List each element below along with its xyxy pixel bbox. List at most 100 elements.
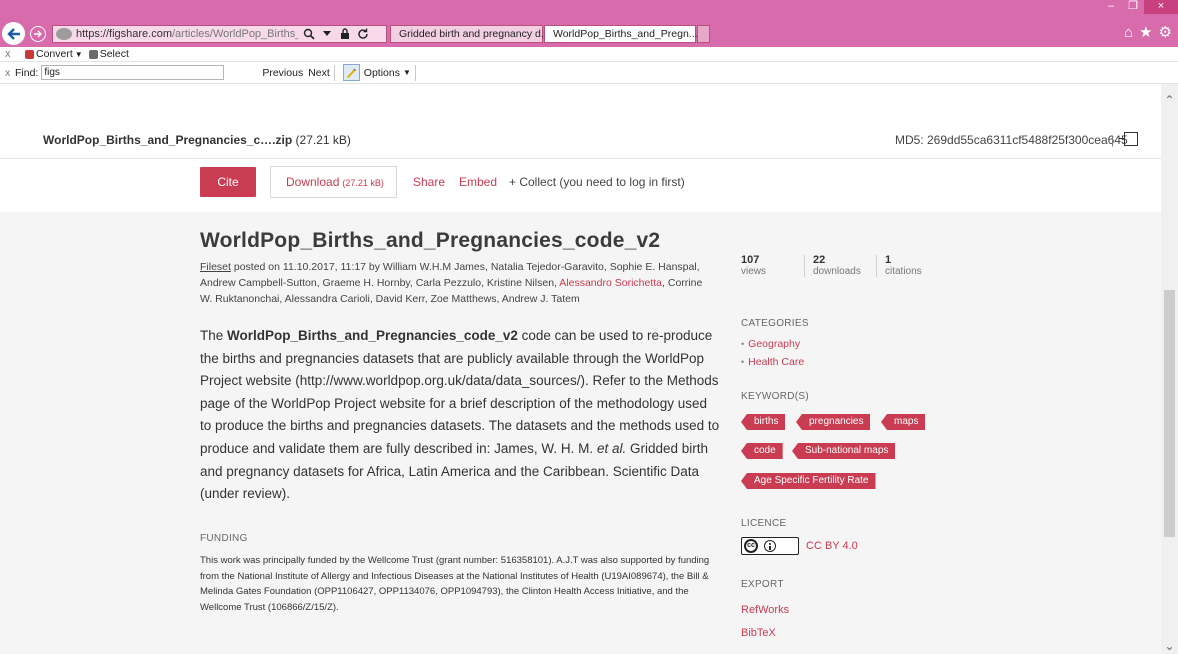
file-name-text: WorldPop_Births_and_Pregnancies_c….zip — [43, 133, 293, 147]
article-description: The WorldPop_Births_and_Pregnancies_code… — [200, 325, 720, 506]
licence-link[interactable]: CC BY 4.0 — [806, 540, 858, 552]
site-favicon-icon — [56, 28, 72, 40]
scrollbar-thumb[interactable] — [1164, 290, 1175, 537]
search-icon[interactable] — [301, 27, 316, 41]
window-controls: – ❐ × — [1100, 0, 1178, 14]
action-bar: Cite Download (27.21 kB) Share Embed + Co… — [0, 158, 1161, 210]
window-close-icon[interactable]: × — [1144, 0, 1178, 14]
address-bar[interactable]: https://figshare.com/articles/WorldPop_B… — [52, 25, 387, 43]
fileset-link[interactable]: Fileset — [200, 261, 231, 273]
browser-right-icons: ⌂ ★ ⚙ — [1124, 22, 1172, 44]
description-bold: WorldPop_Births_and_Pregnancies_code_v2 — [227, 328, 518, 343]
dropdown-icon[interactable] — [319, 27, 334, 41]
file-size: (27.21 kB) — [295, 133, 351, 147]
settings-gear-icon[interactable]: ⚙ — [1159, 22, 1172, 44]
expand-icon[interactable] — [1119, 132, 1138, 146]
back-button[interactable] — [2, 22, 25, 45]
category-link[interactable]: Health Care — [741, 356, 804, 368]
page-scrollbar[interactable]: ⌃ ⌄ — [1161, 84, 1178, 654]
funding-text: This work was principally funded by the … — [200, 555, 710, 613]
download-button[interactable]: Download (27.21 kB) — [270, 166, 397, 198]
forward-arrow-icon — [34, 30, 42, 38]
favorites-star-icon[interactable]: ★ — [1139, 22, 1152, 44]
highlight-icon[interactable] — [342, 64, 360, 81]
divider: | — [1111, 133, 1115, 147]
address-url: https://figshare.com/articles/WorldPop_B… — [76, 28, 298, 40]
download-label: Download — [286, 175, 340, 189]
by-person-icon — [764, 540, 776, 552]
url-path: /articles/WorldPop_Births_and_Pregnar — [172, 28, 298, 40]
collect-link[interactable]: + Collect (you need to log in first) — [509, 175, 685, 189]
cc-icon: cc — [744, 539, 758, 553]
browser-chrome: – ❐ × https://figshare.com/articles/Worl… — [0, 0, 1178, 47]
command-bar-close-icon[interactable]: x — [5, 48, 19, 60]
cc-license-icon[interactable]: cc — [741, 537, 799, 555]
stat-downloads: 22 downloads — [813, 255, 877, 277]
chevron-down-icon: ▼ — [74, 49, 83, 59]
category-link[interactable]: Geography — [741, 338, 800, 350]
chevron-down-icon: ▼ — [402, 68, 411, 77]
keyword-tag[interactable]: births — [741, 414, 786, 430]
share-link[interactable]: Share — [413, 175, 445, 189]
back-arrow-icon — [6, 27, 20, 40]
author-link[interactable]: Alessandro Sorichetta — [559, 277, 662, 289]
select-menu[interactable]: Select — [88, 48, 129, 60]
export-refworks-link[interactable]: RefWorks — [741, 604, 789, 616]
stats-row: 107 views 22 downloads 1 citations — [741, 255, 957, 277]
forward-button[interactable] — [30, 26, 46, 42]
find-previous-button[interactable]: Previous — [262, 67, 303, 79]
funding-heading: FUNDING — [200, 533, 248, 544]
find-input[interactable]: figs — [41, 65, 225, 80]
divider — [414, 64, 416, 81]
md5-hash: MD5: 269dd55ca6311cf5488f25f300cea645 — [895, 133, 1128, 147]
export-bibtex-link[interactable]: BibTeX — [741, 627, 776, 639]
command-bar: x Convert ▼ Select — [0, 47, 1178, 62]
refresh-icon[interactable] — [355, 27, 370, 41]
find-bar-close-icon[interactable]: x — [5, 67, 15, 79]
description-italic: et al. — [596, 440, 627, 456]
stat-label: downloads — [813, 266, 861, 277]
file-name: WorldPop_Births_and_Pregnancies_c….zip (… — [43, 133, 351, 147]
categories-heading: CATEGORIES — [741, 318, 809, 329]
find-options-button[interactable]: Options — [364, 67, 400, 79]
select-label: Select — [99, 48, 129, 60]
browser-tab[interactable]: Gridded birth and pregnancy d... — [390, 25, 550, 43]
home-icon[interactable]: ⌂ — [1124, 22, 1133, 44]
navigation-row: https://figshare.com/articles/WorldPop_B… — [0, 22, 1178, 46]
stat-value: 22 — [813, 254, 826, 266]
select-icon — [88, 49, 98, 59]
url-host: https://figshare.com — [76, 28, 172, 40]
keyword-tag[interactable]: Age Specific Fertility Rate — [741, 473, 876, 489]
keyword-tag[interactable]: code — [741, 443, 783, 459]
find-next-button[interactable]: Next — [308, 67, 330, 79]
scroll-down-icon[interactable]: ⌄ — [1161, 638, 1178, 654]
article-meta: Fileset posted on 11.10.2017, 11:17 by W… — [200, 259, 710, 307]
convert-menu[interactable]: Convert ▼ — [25, 48, 83, 60]
lock-icon[interactable] — [337, 27, 352, 41]
divider — [333, 64, 335, 81]
maximize-icon[interactable]: ❐ — [1122, 0, 1144, 14]
export-heading: EXPORT — [741, 579, 784, 590]
page-title: WorldPop_Births_and_Pregnancies_code_v2 — [200, 229, 661, 252]
description-prefix: The — [200, 328, 228, 343]
download-size: (27.21 kB) — [342, 178, 384, 188]
tab-label: Gridded birth and pregnancy d... — [399, 28, 550, 40]
find-bar: x Find: figs Previous Next Options ▼ — [0, 62, 1178, 84]
stat-value: 107 — [741, 254, 760, 266]
stat-label: views — [741, 266, 767, 277]
licence-heading: LICENCE — [741, 518, 787, 529]
convert-label: Convert — [36, 48, 73, 60]
stat-label: citations — [885, 266, 922, 277]
new-tab-button[interactable] — [697, 25, 710, 43]
keyword-tag[interactable]: maps — [881, 414, 926, 430]
minimize-icon[interactable]: – — [1100, 0, 1122, 14]
keyword-tag[interactable]: pregnancies — [796, 414, 871, 430]
cite-button[interactable]: Cite — [200, 167, 256, 197]
embed-link[interactable]: Embed — [459, 175, 497, 189]
browser-tab-active[interactable]: WorldPop_Births_and_Pregn... × — [544, 25, 703, 43]
scroll-up-icon[interactable]: ⌃ — [1161, 92, 1178, 108]
stat-citations: 1 citations — [885, 255, 949, 278]
tab-label: WorldPop_Births_and_Pregn... — [553, 28, 698, 40]
find-label: Find: — [15, 66, 39, 79]
keyword-tag[interactable]: Sub-national maps — [792, 443, 896, 459]
